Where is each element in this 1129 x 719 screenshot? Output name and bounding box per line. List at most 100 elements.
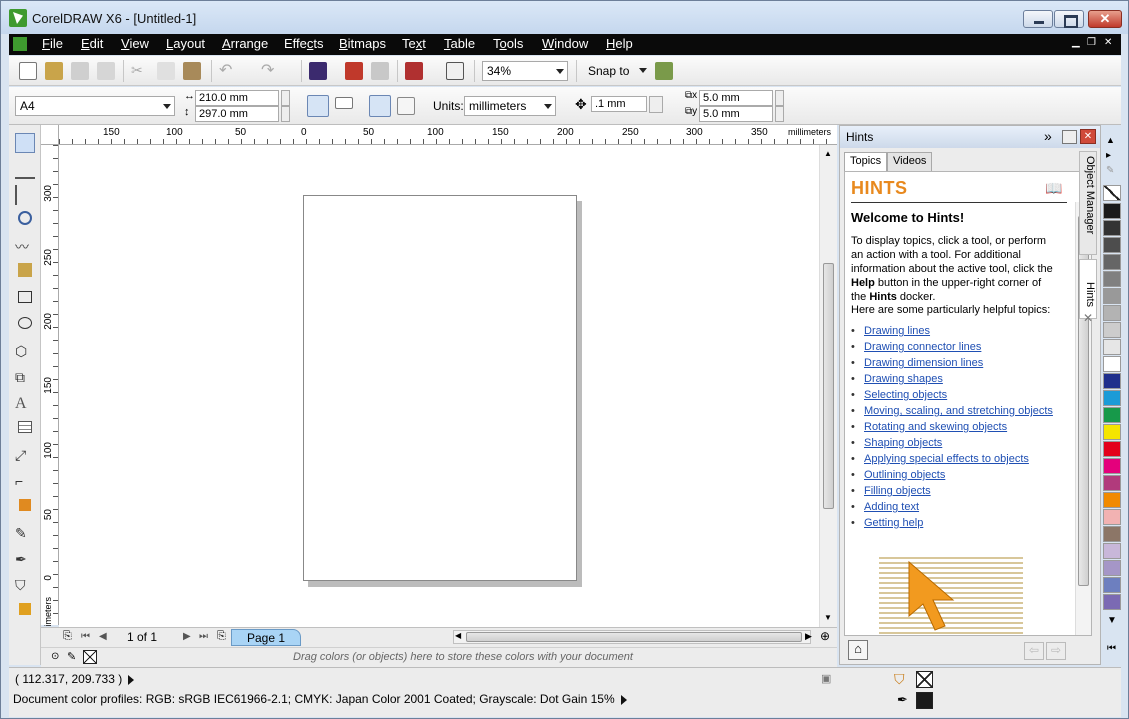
- close-icon[interactable]: ✕: [1083, 311, 1093, 325]
- docker-close-icon[interactable]: ✕: [1080, 129, 1096, 144]
- export-icon[interactable]: [371, 62, 389, 80]
- vertical-scrollbar[interactable]: ▲ ▼: [819, 145, 837, 627]
- freehand-tool-icon[interactable]: 〰: [15, 237, 35, 257]
- smart-fill-icon[interactable]: [18, 263, 32, 277]
- menu-view[interactable]: View: [121, 36, 149, 51]
- color-swatch[interactable]: [1103, 373, 1121, 389]
- arrow-right-icon[interactable]: [620, 694, 627, 705]
- pick-tool-icon[interactable]: [15, 133, 35, 153]
- topic-link[interactable]: Rotating and skewing objects: [864, 421, 1007, 433]
- eyedropper-icon[interactable]: ✎: [1106, 165, 1114, 176]
- topic-link[interactable]: Drawing lines: [864, 325, 930, 337]
- topic-link[interactable]: Selecting objects: [864, 389, 947, 401]
- color-swatch[interactable]: [1103, 594, 1121, 610]
- tab-object-manager[interactable]: Object Manager: [1079, 151, 1097, 255]
- no-color-swatch[interactable]: [1103, 185, 1121, 201]
- menu-text[interactable]: Text: [402, 36, 426, 51]
- color-swatch[interactable]: [1103, 441, 1121, 457]
- scroll-right-icon[interactable]: ▶: [805, 631, 812, 642]
- dimension-tool-icon[interactable]: ⤢: [15, 447, 35, 467]
- maximize-button[interactable]: [1054, 10, 1084, 28]
- color-swatch[interactable]: [1103, 475, 1121, 491]
- undo-icon[interactable]: ↶: [219, 60, 237, 79]
- home-icon[interactable]: ⌂: [848, 640, 868, 660]
- palette-menu-icon[interactable]: ⊙: [51, 651, 59, 662]
- scroll-up-icon[interactable]: ▲: [824, 149, 832, 158]
- color-swatch[interactable]: [1103, 526, 1121, 542]
- previous-page-icon[interactable]: ◀: [99, 631, 107, 642]
- interactive-fill-icon[interactable]: [19, 603, 31, 615]
- color-swatch[interactable]: [1103, 356, 1121, 372]
- print-icon[interactable]: [97, 62, 115, 80]
- menu-help[interactable]: Help: [606, 36, 633, 51]
- color-swatch[interactable]: [1103, 288, 1121, 304]
- redo-icon[interactable]: ↷: [261, 60, 279, 79]
- portrait-icon[interactable]: [307, 95, 329, 117]
- eyedropper-icon[interactable]: ✎: [15, 525, 35, 545]
- color-swatch[interactable]: [1103, 543, 1121, 559]
- color-swatch[interactable]: [1103, 203, 1121, 219]
- palette-menu-icon[interactable]: ▸: [1106, 150, 1111, 161]
- save-icon[interactable]: [71, 62, 89, 80]
- page-width-field[interactable]: 210.0 mm: [195, 90, 279, 106]
- topic-link[interactable]: Drawing connector lines: [864, 341, 981, 353]
- ellipse-tool-icon[interactable]: [18, 317, 32, 329]
- page-height-field[interactable]: 297.0 mm: [195, 106, 279, 122]
- duplicate-y-spinner[interactable]: [775, 106, 784, 122]
- text-tool-icon[interactable]: A: [15, 395, 35, 415]
- menu-arrange[interactable]: Arrange: [222, 36, 268, 51]
- add-page-after-icon[interactable]: ⎘: [217, 630, 226, 643]
- application-launcher-icon[interactable]: [405, 62, 423, 80]
- no-color-swatch[interactable]: [83, 650, 97, 664]
- import-icon[interactable]: [345, 62, 363, 80]
- snap-to-button[interactable]: Snap to: [588, 64, 629, 78]
- duplicate-x-field[interactable]: 5.0 mm: [699, 90, 773, 106]
- interactive-effects-icon[interactable]: [19, 499, 31, 511]
- docker-expand-icon[interactable]: »: [1044, 128, 1052, 144]
- color-swatch[interactable]: [1103, 271, 1121, 287]
- book-icon[interactable]: 📖: [1045, 180, 1062, 197]
- color-swatch[interactable]: [1103, 492, 1121, 508]
- tab-hints[interactable]: Hints: [1079, 259, 1097, 319]
- outline-pen-icon[interactable]: ✒: [15, 551, 35, 571]
- zoom-level-select[interactable]: 34%: [482, 61, 568, 81]
- horizontal-scrollbar[interactable]: ◀: [453, 630, 811, 644]
- open-icon[interactable]: [45, 62, 63, 80]
- duplicate-x-spinner[interactable]: [775, 90, 784, 106]
- nudge-distance-field[interactable]: .1 mm: [591, 96, 647, 112]
- document-page[interactable]: [303, 195, 577, 581]
- connector-tool-icon[interactable]: ⌐: [15, 473, 35, 493]
- paste-icon[interactable]: [183, 62, 201, 80]
- color-swatch[interactable]: [1103, 237, 1121, 253]
- current-page-icon[interactable]: [397, 97, 415, 115]
- forward-icon[interactable]: ⇨: [1046, 642, 1066, 660]
- color-profiles-status[interactable]: Document color profiles: RGB: sRGB IEC61…: [13, 692, 627, 706]
- doc-restore-icon[interactable]: ❐: [1087, 37, 1096, 48]
- eyedropper-icon[interactable]: ✎: [67, 650, 76, 663]
- chevron-down-icon[interactable]: [639, 68, 647, 73]
- height-spinner[interactable]: [281, 106, 290, 122]
- cut-icon[interactable]: ✂: [131, 62, 149, 80]
- polygon-tool-icon[interactable]: ⬡: [15, 343, 35, 363]
- all-pages-icon[interactable]: [369, 95, 391, 117]
- crop-tool-icon[interactable]: [15, 185, 35, 205]
- tab-topics[interactable]: Topics: [844, 152, 888, 172]
- color-swatch[interactable]: [1103, 322, 1121, 338]
- landscape-icon[interactable]: [335, 97, 353, 109]
- page-tab[interactable]: Page 1: [231, 629, 301, 646]
- basic-shapes-icon[interactable]: ⧉: [15, 369, 35, 389]
- menu-effects[interactable]: Effects: [284, 36, 324, 51]
- topic-link[interactable]: Getting help: [864, 517, 923, 529]
- menu-edit[interactable]: Edit: [81, 36, 103, 51]
- nudge-spinner[interactable]: [649, 96, 663, 113]
- close-button[interactable]: ✕: [1088, 10, 1122, 28]
- topic-link[interactable]: Filling objects: [864, 485, 931, 497]
- color-swatch[interactable]: [1103, 458, 1121, 474]
- palette-expand-icon[interactable]: ⏮: [1107, 643, 1116, 654]
- next-page-icon[interactable]: ▶: [183, 631, 191, 642]
- topic-link[interactable]: Drawing shapes: [864, 373, 943, 385]
- color-swatch[interactable]: [1103, 424, 1121, 440]
- rectangle-tool-icon[interactable]: [18, 291, 32, 303]
- menu-tools[interactable]: Tools: [493, 36, 523, 51]
- vertical-ruler[interactable]: 300 250 200 150 100 50 0 millimeters: [41, 145, 59, 640]
